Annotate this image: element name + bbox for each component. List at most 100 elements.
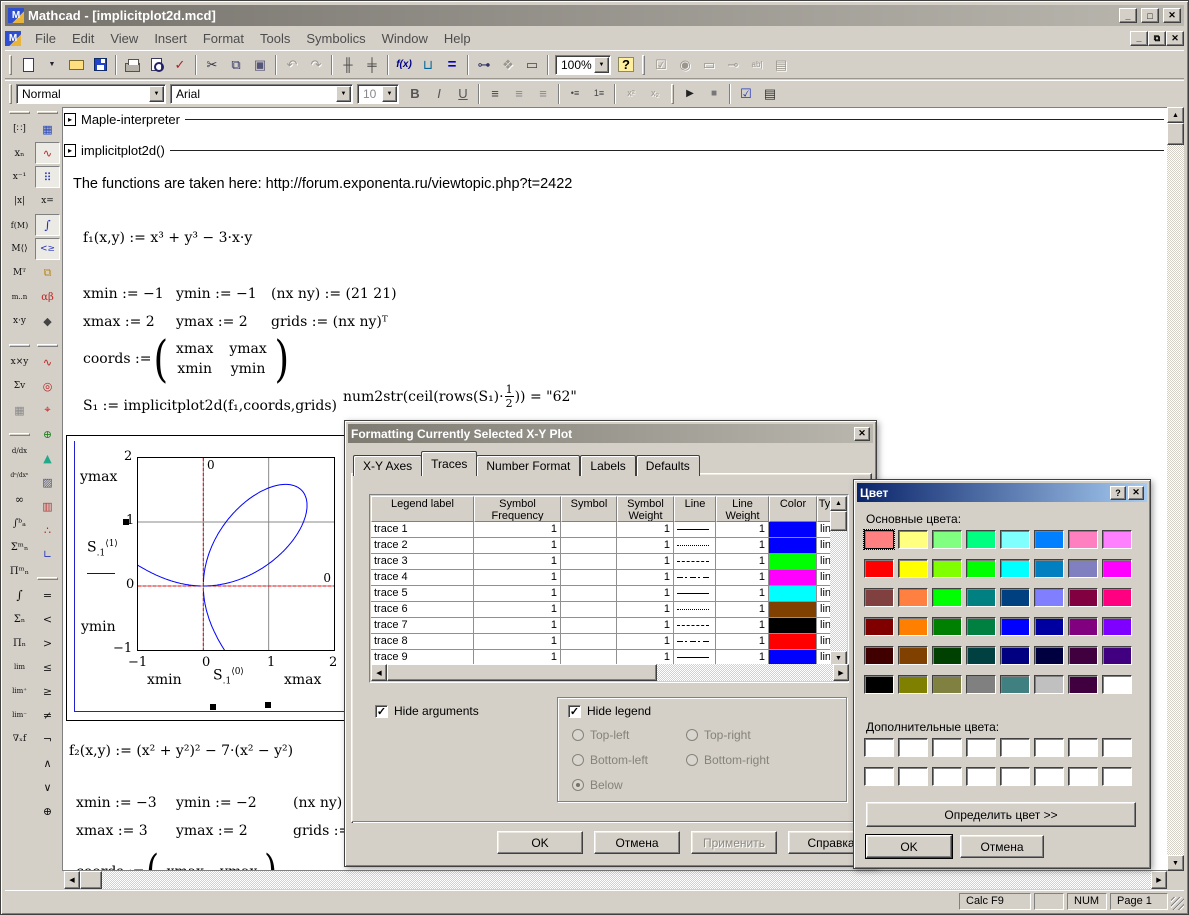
align-down-button[interactable]: ╪ — [360, 53, 384, 76]
custom-color-swatch[interactable] — [1034, 738, 1064, 757]
document-icon[interactable]: M — [5, 31, 21, 46]
help-button[interactable]: ? — [614, 53, 638, 76]
custom-color-swatch[interactable] — [966, 738, 996, 757]
limit-right-button[interactable]: lim⁺ — [7, 680, 32, 702]
column-header-legend-label[interactable]: Legend label — [371, 496, 474, 522]
color-swatch[interactable] — [864, 675, 894, 694]
dialog-close-button[interactable]: ✕ — [1128, 486, 1144, 500]
dot-product-button[interactable]: x·y — [7, 310, 32, 332]
selection-handle[interactable] — [265, 702, 271, 708]
color-swatch[interactable] — [1068, 646, 1098, 665]
greek-toolbar-button[interactable]: αβ — [35, 286, 60, 308]
scrollbar-thumb[interactable] — [387, 664, 657, 681]
greater-equal-button[interactable]: ≥ — [35, 680, 60, 702]
calculus-toolbar-button[interactable]: ∫ — [35, 214, 60, 236]
color-swatch[interactable] — [1102, 646, 1132, 665]
scrollbar-thumb[interactable] — [80, 871, 102, 889]
color-swatch[interactable] — [1068, 617, 1098, 636]
color-cell[interactable] — [769, 618, 817, 634]
product-limits-button[interactable]: Πᵐₙ — [7, 560, 32, 582]
not-equal-button[interactable]: ≠ — [35, 704, 60, 726]
scatter-plot-button[interactable]: ∴ — [35, 519, 60, 541]
copy-button[interactable]: ⧉ — [224, 53, 248, 76]
tab-number-format[interactable]: Number Format — [476, 455, 580, 476]
math-region-xmax1[interactable]: xmax := 2 — [83, 314, 155, 330]
symbol-frequency-cell[interactable]: 1 — [474, 586, 561, 602]
dialog-titlebar[interactable]: Цвет ? ✕ — [857, 483, 1147, 502]
menu-edit[interactable]: Edit — [64, 28, 102, 49]
equals-button[interactable]: = — [35, 584, 60, 606]
tab-x-y-axes[interactable]: X-Y Axes — [353, 455, 422, 476]
palette-grip[interactable] — [9, 433, 30, 436]
vectorize-button[interactable]: f(M) — [7, 214, 32, 236]
math-region-nxny1[interactable]: (nx ny) := (21 21) — [271, 286, 397, 302]
toolbar-grip[interactable] — [642, 55, 645, 75]
symbol-cell[interactable] — [561, 570, 617, 586]
scroll-down-icon[interactable]: ▼ — [1167, 855, 1184, 871]
symbol-frequency-cell[interactable]: 1 — [474, 538, 561, 554]
and-button[interactable]: ∧ — [35, 752, 60, 774]
subscript-button[interactable]: x₂ — [643, 82, 667, 105]
symbol-weight-cell[interactable]: 1 — [617, 522, 674, 538]
symbol-frequency-cell[interactable]: 1 — [474, 522, 561, 538]
hide-legend-checkbox[interactable]: ✓ Hide legend — [568, 704, 651, 718]
horizontal-scrollbar[interactable]: ◀ ▶ — [64, 871, 1167, 889]
trace-row[interactable]: trace 1111lin — [371, 522, 832, 538]
menu-help[interactable]: Help — [436, 28, 479, 49]
new-button[interactable] — [16, 53, 40, 76]
bar-plot-button[interactable]: ▥ — [35, 495, 60, 517]
maximize-button[interactable]: □ — [1141, 8, 1159, 23]
color-swatch[interactable] — [966, 675, 996, 694]
color-swatch[interactable] — [864, 646, 894, 665]
checkbox-check-icon[interactable]: ✓ — [568, 705, 581, 718]
line-style-cell[interactable] — [674, 602, 716, 618]
palette-grip[interactable] — [37, 111, 58, 114]
color-swatch[interactable] — [864, 530, 894, 549]
trace-row[interactable]: trace 5111lin — [371, 586, 832, 602]
symbol-cell[interactable] — [561, 554, 617, 570]
control-radio-button[interactable]: ◉ — [673, 53, 697, 76]
symbol-frequency-cell[interactable]: 1 — [474, 618, 561, 634]
underline-button[interactable]: U — [451, 82, 475, 105]
color-swatch[interactable] — [966, 646, 996, 665]
color-swatch[interactable] — [1000, 588, 1030, 607]
print-preview-button[interactable] — [144, 53, 168, 76]
close-button[interactable]: ✕ — [1163, 8, 1181, 23]
determinant-button[interactable]: |x| — [7, 190, 32, 212]
math-region-ymax2[interactable]: ymax := 2 — [176, 823, 248, 839]
new-dropdown[interactable]: ▼ — [40, 53, 64, 76]
calculate-button[interactable]: = — [440, 53, 464, 76]
legend-position-top-right[interactable]: Top-right — [686, 728, 751, 742]
align-center-button[interactable]: ≡ — [507, 82, 531, 105]
trace-color-swatch[interactable] — [769, 650, 816, 665]
line-weight-cell[interactable]: 1 — [716, 634, 769, 650]
insert-component-button[interactable]: ❖ — [496, 53, 520, 76]
color-swatch[interactable] — [1068, 530, 1098, 549]
control-pushbutton-button[interactable]: ▭ — [697, 53, 721, 76]
palette-grip[interactable] — [9, 344, 30, 347]
color-swatch[interactable] — [1034, 559, 1064, 578]
insert-function-button[interactable]: f(x) — [392, 53, 416, 76]
check-calculation-button[interactable]: ☑ — [734, 82, 758, 105]
custom-color-swatch[interactable] — [1068, 767, 1098, 786]
color-swatch[interactable] — [1102, 530, 1132, 549]
scrollbar-thumb[interactable] — [1167, 123, 1184, 145]
run-button[interactable]: ▶ — [678, 82, 702, 105]
insert-hyperlink-button[interactable]: ⊶ — [472, 53, 496, 76]
programming-toolbar-button[interactable]: ⧉ — [35, 262, 60, 284]
custom-color-swatch[interactable] — [1068, 738, 1098, 757]
limit-left-button[interactable]: lim⁻ — [7, 704, 32, 726]
line-style-cell[interactable] — [674, 618, 716, 634]
color-swatch[interactable] — [932, 588, 962, 607]
line-weight-cell[interactable]: 1 — [716, 522, 769, 538]
italic-button[interactable]: I — [427, 82, 451, 105]
region-expand-icon[interactable]: ▸ — [64, 113, 76, 126]
radio-icon[interactable] — [572, 754, 584, 766]
column-header-line[interactable]: LineWeight — [716, 496, 769, 522]
color-swatch[interactable] — [1000, 646, 1030, 665]
symbol-frequency-cell[interactable]: 1 — [474, 634, 561, 650]
line-style-cell[interactable] — [674, 538, 716, 554]
legend-position-top-left[interactable]: Top-left — [572, 728, 629, 742]
control-textbox-button[interactable]: ab| — [745, 53, 769, 76]
symbol-weight-cell[interactable]: 1 — [617, 634, 674, 650]
